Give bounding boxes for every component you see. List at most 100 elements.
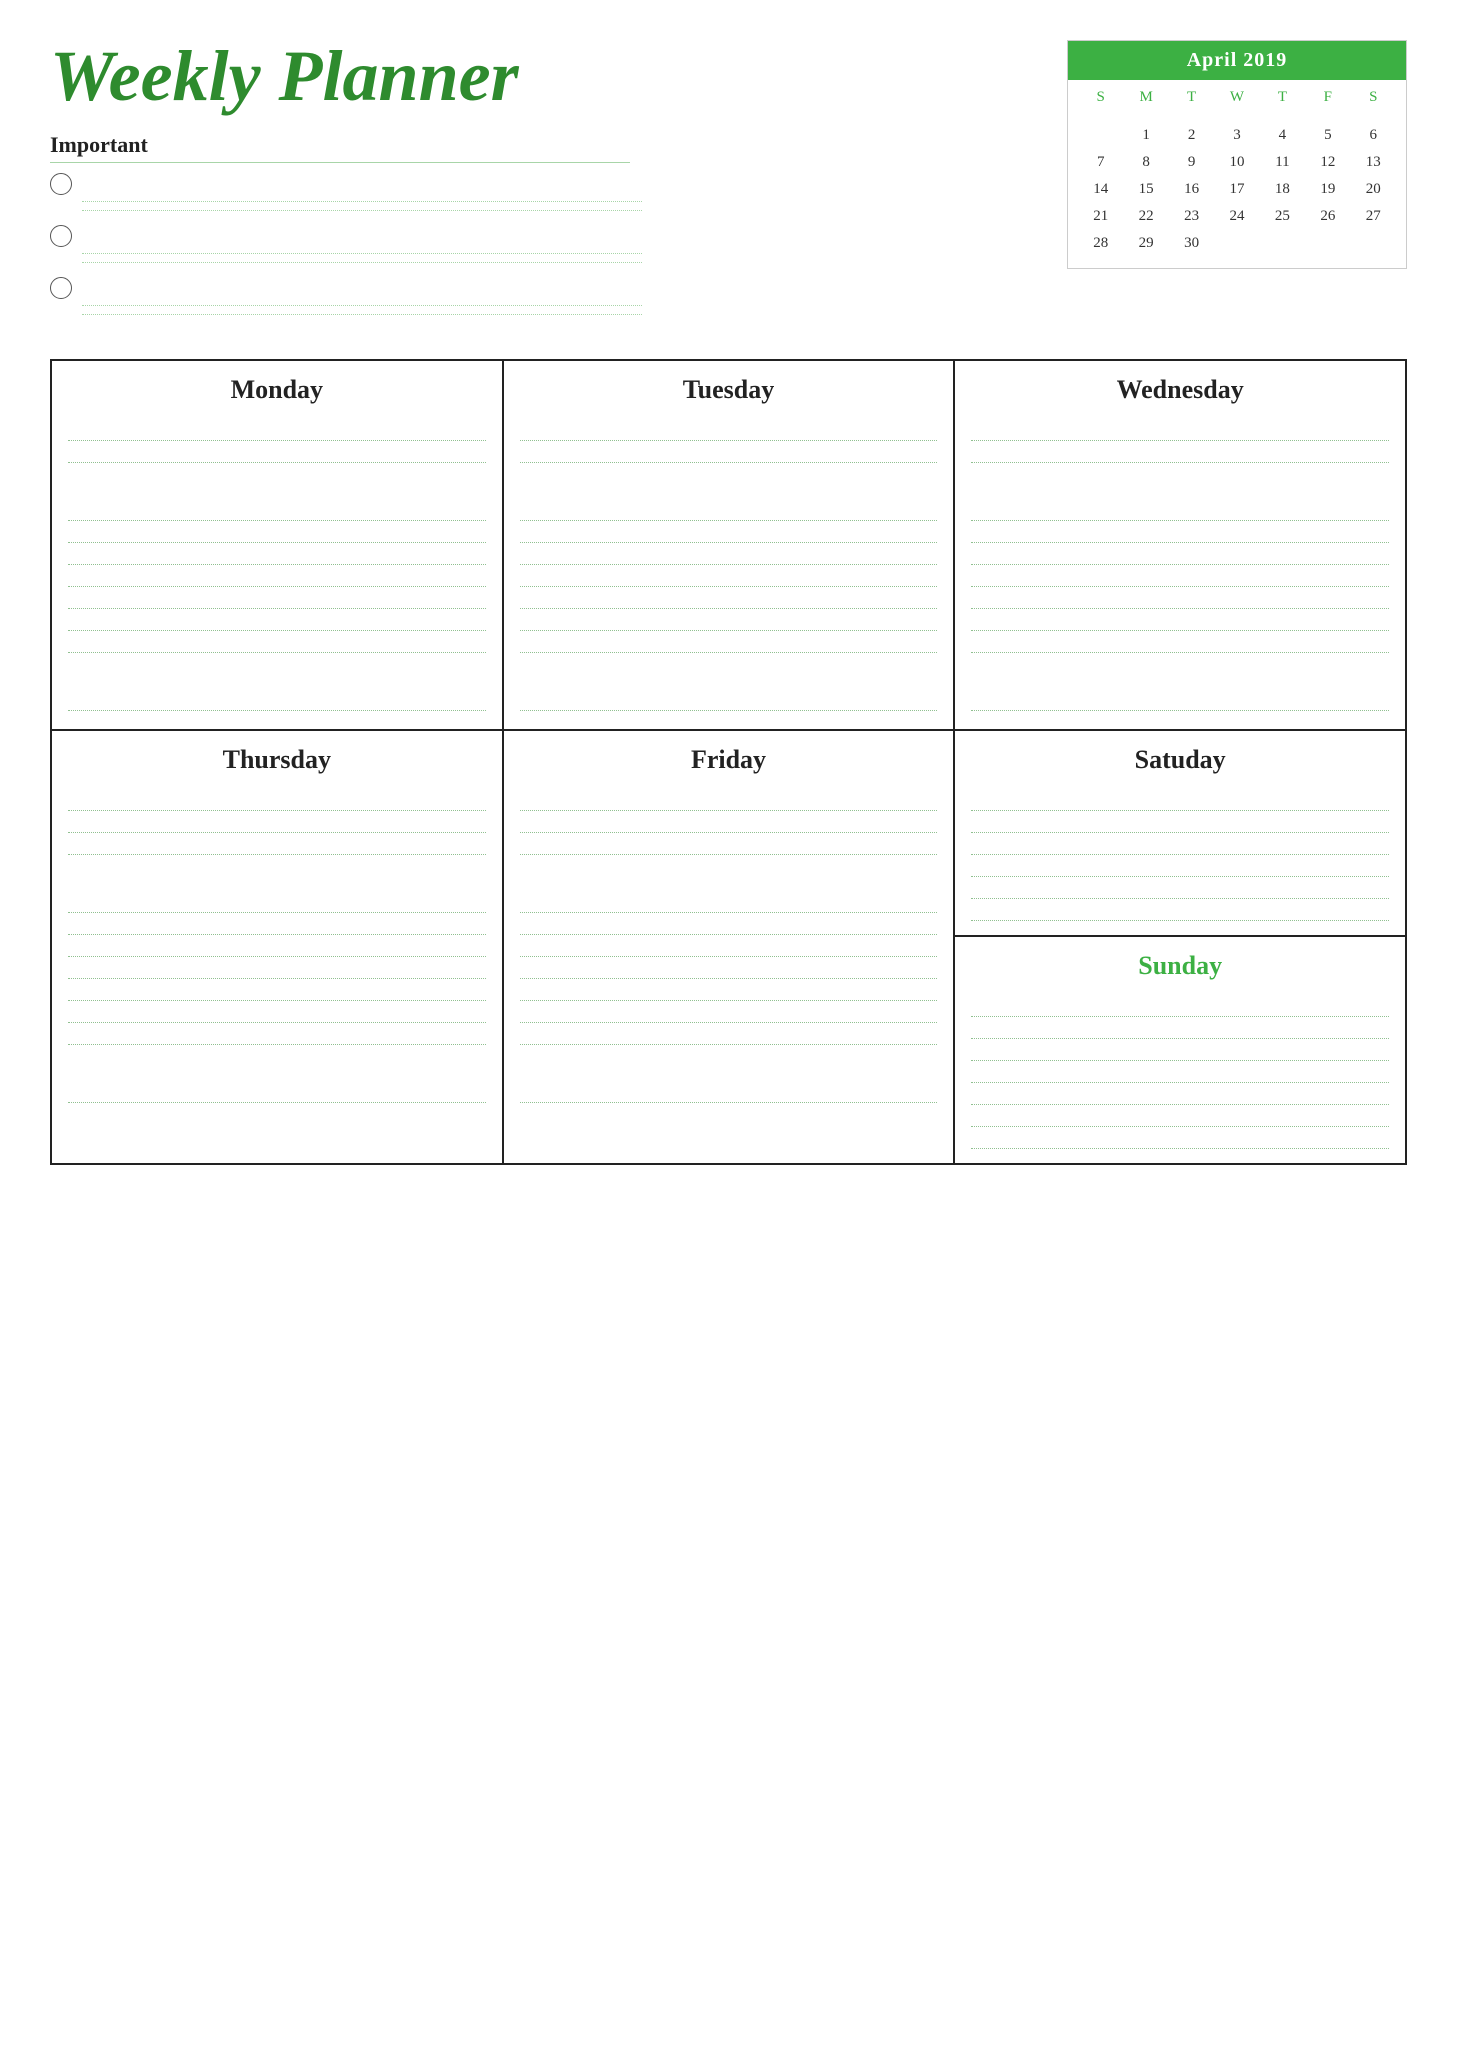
cal-day-15: 15	[1123, 177, 1168, 202]
friday-lines	[520, 789, 938, 1103]
cal-day-16: 16	[1169, 177, 1214, 202]
cal-week-4: 21 22 23 24 25 26 27	[1078, 204, 1396, 229]
cal-day-2: 2	[1169, 123, 1214, 148]
calendar-header: April 2019	[1068, 41, 1406, 80]
top-row: Monday Tuesday	[52, 361, 1407, 731]
cal-day-30: 30	[1169, 231, 1214, 256]
important-row-3	[50, 277, 1067, 315]
sunday-lines	[971, 995, 1389, 1149]
checkbox-icon-2[interactable]	[50, 225, 72, 247]
cal-header-t2: T	[1260, 86, 1305, 109]
important-section: Important	[50, 132, 1067, 315]
important-row-1	[50, 173, 1067, 211]
left-header: Weekly Planner Important	[50, 40, 1067, 329]
monday-cell: Monday	[52, 361, 504, 731]
calendar-grid: S M T W T F S 1 2 3	[1068, 80, 1406, 268]
saturday-label: Satuday	[971, 745, 1389, 775]
cal-header-m: M	[1123, 86, 1168, 109]
cal-empty	[1123, 113, 1168, 121]
saturday-lines	[971, 789, 1389, 921]
monday-label: Monday	[68, 375, 486, 405]
cal-header-t1: T	[1169, 86, 1214, 109]
important-item-2	[50, 225, 1067, 247]
cal-day-5: 5	[1305, 123, 1350, 148]
cal-day-27: 27	[1351, 204, 1396, 229]
friday-cell: Friday	[504, 731, 956, 1165]
cal-week-0	[1078, 113, 1396, 121]
monday-lines	[68, 419, 486, 711]
cal-week-1: 1 2 3 4 5 6	[1078, 123, 1396, 148]
tuesday-lines	[520, 419, 938, 711]
wednesday-label: Wednesday	[971, 375, 1389, 405]
important-item-3	[50, 277, 1067, 299]
header-section: Weekly Planner Important	[50, 40, 1407, 329]
cal-empty	[1260, 113, 1305, 121]
important-line-3	[82, 305, 642, 306]
important-line-3b	[82, 314, 642, 315]
sat-sun-column: Satuday Sunday	[955, 731, 1407, 1165]
cal-day-21: 21	[1078, 204, 1123, 229]
cal-header-f: F	[1305, 86, 1350, 109]
cal-day-10: 10	[1214, 150, 1259, 175]
cal-day-3: 3	[1214, 123, 1259, 148]
friday-label: Friday	[520, 745, 938, 775]
cal-day-28: 28	[1078, 231, 1123, 256]
checkbox-icon-3[interactable]	[50, 277, 72, 299]
cal-day-1: 1	[1123, 123, 1168, 148]
important-line-2	[82, 253, 642, 254]
cal-day-25: 25	[1260, 204, 1305, 229]
cal-empty	[1214, 231, 1259, 256]
cal-empty	[1214, 113, 1259, 121]
cal-empty	[1260, 231, 1305, 256]
cal-day-20: 20	[1351, 177, 1396, 202]
wednesday-cell: Wednesday	[955, 361, 1407, 731]
sunday-cell: Sunday	[955, 937, 1405, 1163]
tuesday-label: Tuesday	[520, 375, 938, 405]
cal-empty	[1305, 231, 1350, 256]
cal-day-14: 14	[1078, 177, 1123, 202]
cal-day-24: 24	[1214, 204, 1259, 229]
cal-header-w: W	[1214, 86, 1259, 109]
thursday-label: Thursday	[68, 745, 486, 775]
weekly-grid: Monday Tuesday	[50, 359, 1407, 1165]
cal-day-9: 9	[1169, 150, 1214, 175]
cal-empty	[1078, 113, 1123, 121]
cal-day-13: 13	[1351, 150, 1396, 175]
cal-day-26: 26	[1305, 204, 1350, 229]
cal-empty	[1305, 113, 1350, 121]
cal-header-s2: S	[1351, 86, 1396, 109]
cal-empty	[1078, 123, 1123, 148]
thursday-cell: Thursday	[52, 731, 504, 1165]
cal-day-12: 12	[1305, 150, 1350, 175]
cal-day-8: 8	[1123, 150, 1168, 175]
cal-empty	[1351, 231, 1396, 256]
mini-calendar: April 2019 S M T W T F S	[1067, 40, 1407, 269]
cal-empty	[1351, 113, 1396, 121]
bottom-row: Thursday Friday	[52, 731, 1407, 1165]
cal-day-29: 29	[1123, 231, 1168, 256]
cal-day-7: 7	[1078, 150, 1123, 175]
important-item-1	[50, 173, 1067, 195]
cal-week-3: 14 15 16 17 18 19 20	[1078, 177, 1396, 202]
cal-week-2: 7 8 9 10 11 12 13	[1078, 150, 1396, 175]
cal-header-s: S	[1078, 86, 1123, 109]
cal-week-5: 28 29 30	[1078, 231, 1396, 256]
calendar-day-headers: S M T W T F S	[1078, 86, 1396, 109]
important-label: Important	[50, 132, 630, 163]
cal-day-23: 23	[1169, 204, 1214, 229]
cal-empty	[1169, 113, 1214, 121]
important-line-1	[82, 201, 642, 202]
thursday-lines	[68, 789, 486, 1103]
checkbox-icon-1[interactable]	[50, 173, 72, 195]
tuesday-cell: Tuesday	[504, 361, 956, 731]
important-line-2b	[82, 262, 642, 263]
important-line-1b	[82, 210, 642, 211]
cal-day-4: 4	[1260, 123, 1305, 148]
cal-day-22: 22	[1123, 204, 1168, 229]
cal-day-17: 17	[1214, 177, 1259, 202]
cal-day-6: 6	[1351, 123, 1396, 148]
page-title: Weekly Planner	[50, 40, 1067, 112]
wednesday-lines	[971, 419, 1389, 711]
cal-day-19: 19	[1305, 177, 1350, 202]
cal-day-11: 11	[1260, 150, 1305, 175]
